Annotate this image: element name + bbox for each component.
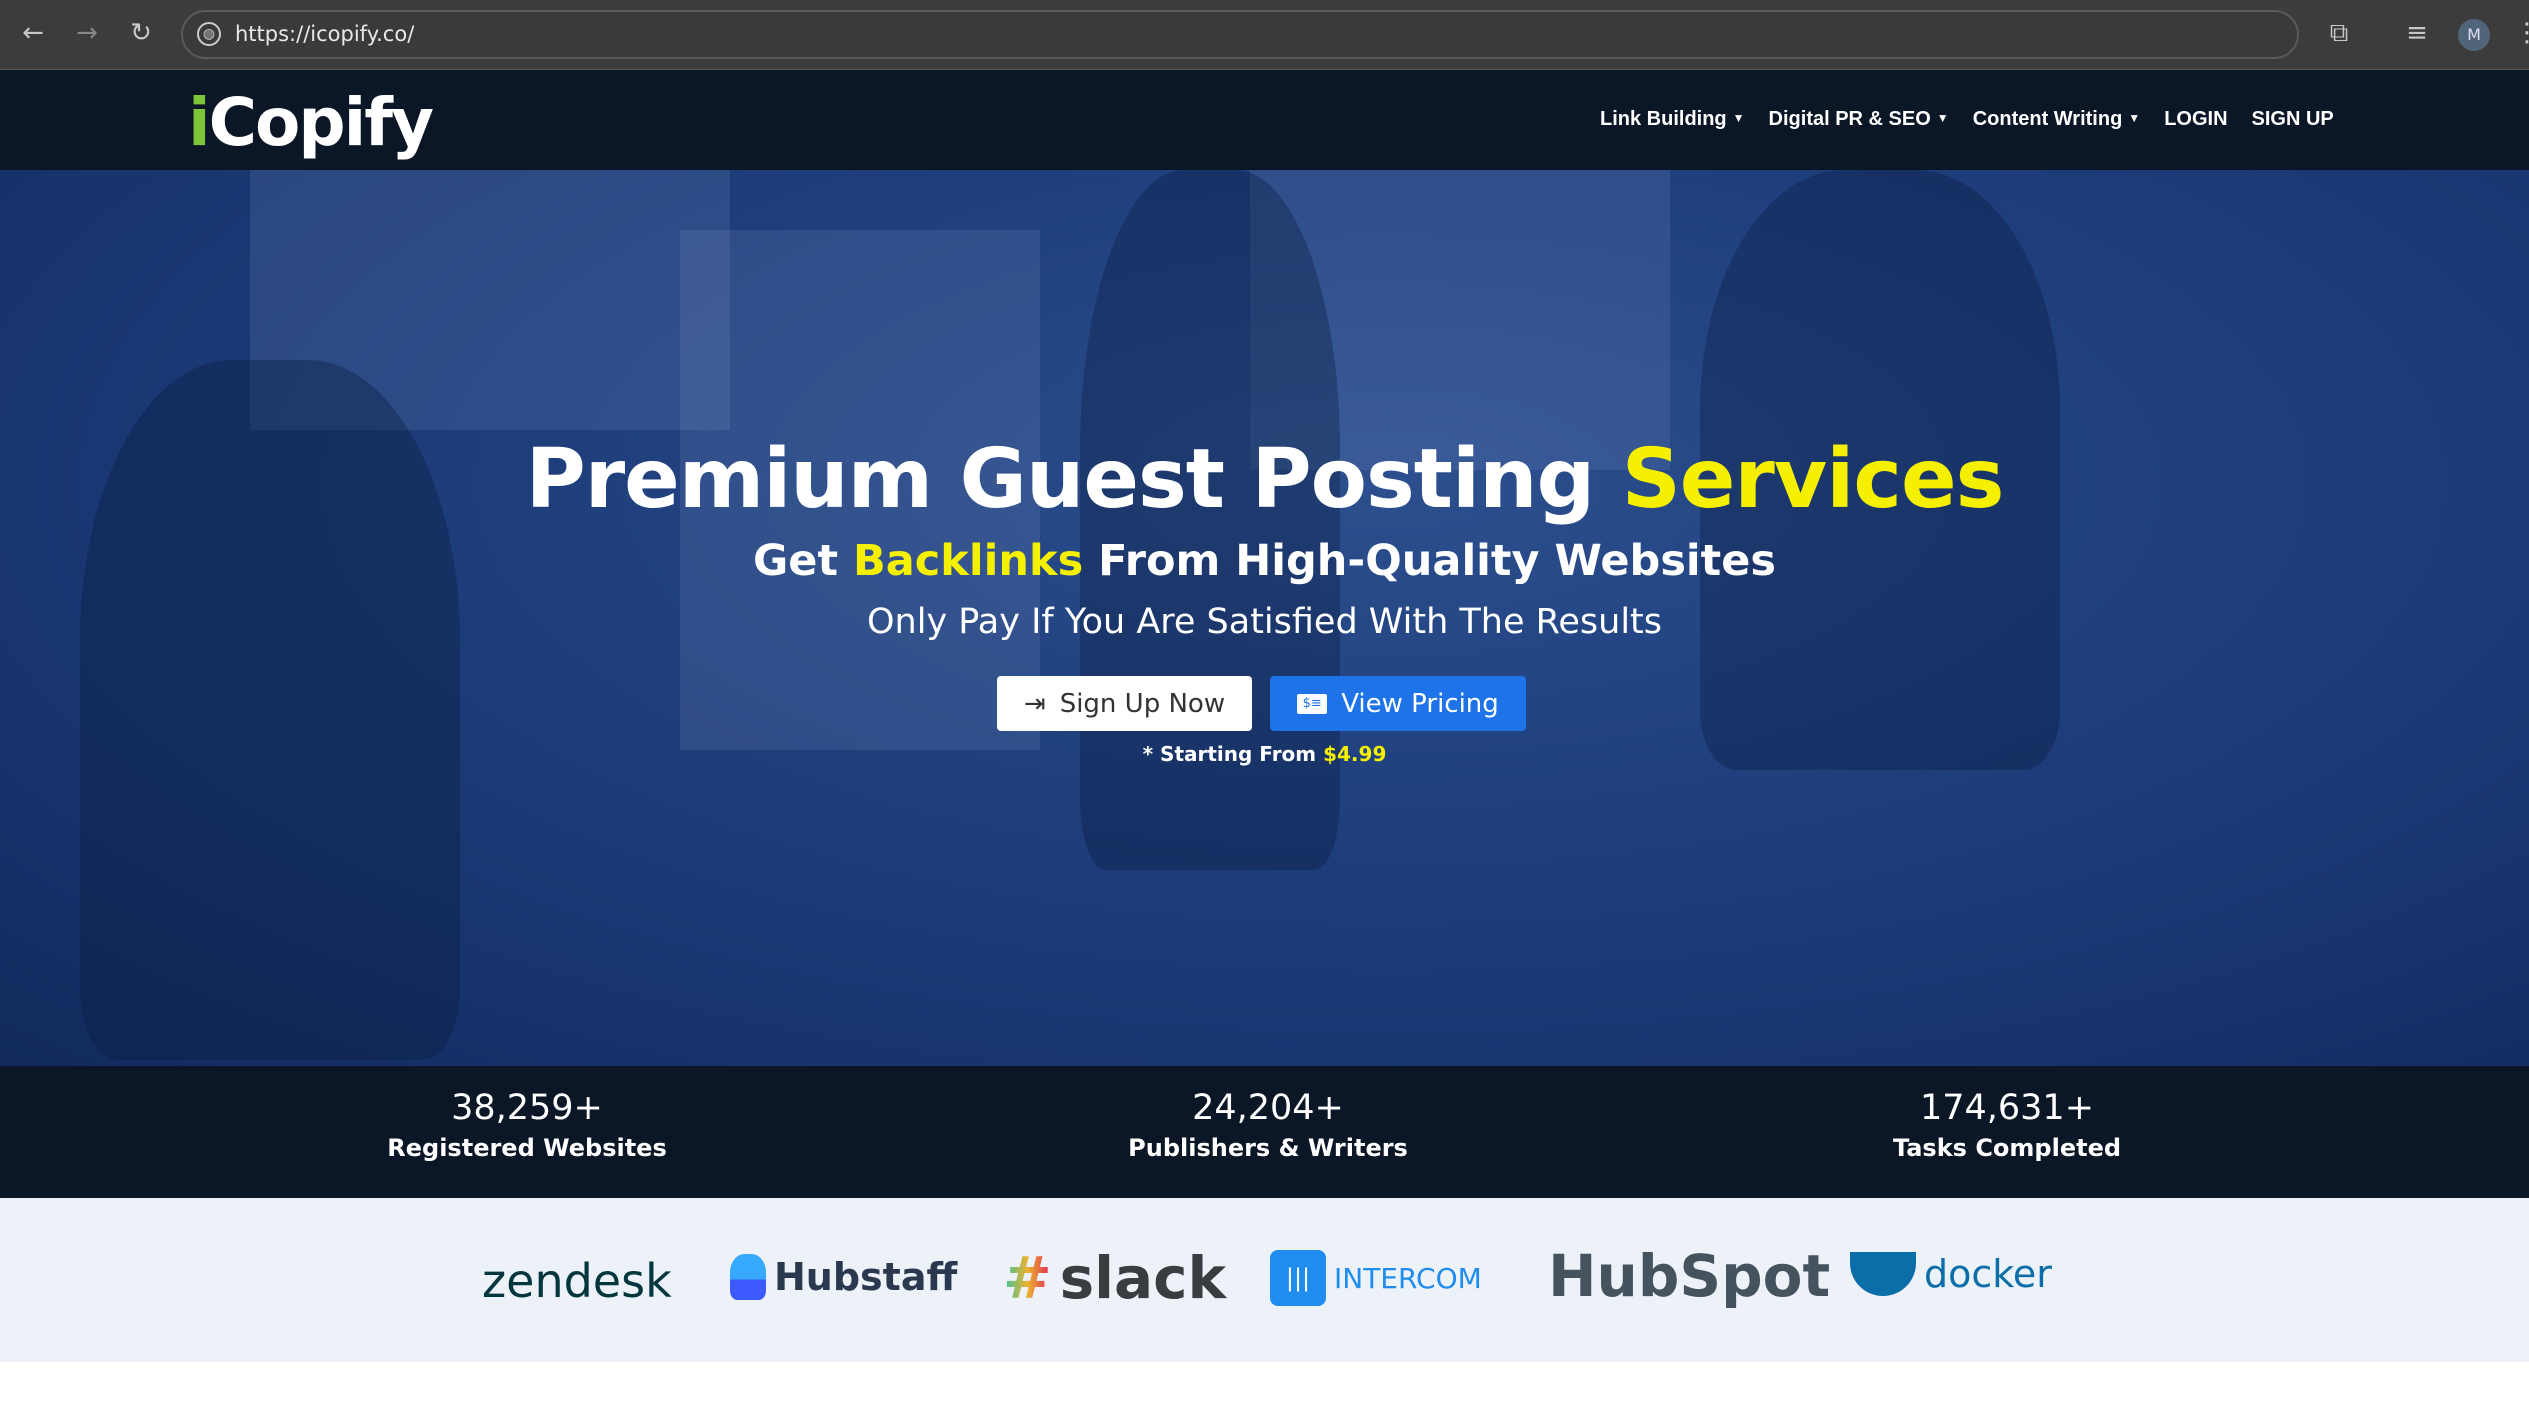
docker-whale-icon	[1850, 1252, 1916, 1296]
hubstaff-logo: Hubstaff	[730, 1254, 957, 1300]
nav-content-writing[interactable]: Content Writing ▼	[1973, 108, 2141, 131]
nav-label: Digital PR & SEO	[1768, 108, 1931, 130]
sub-highlight: Backlinks	[853, 536, 1084, 586]
stat-publishers: 24,204+ Publishers & Writers	[1018, 1088, 1518, 1162]
nav-login[interactable]: LOGIN	[2164, 108, 2227, 131]
url-text[interactable]: https://icopify.co/	[235, 22, 414, 46]
button-label: Sign Up Now	[1059, 688, 1226, 719]
sign-in-icon: ⇥	[1023, 688, 1046, 719]
view-pricing-button[interactable]: $≡ View Pricing	[1270, 676, 1526, 731]
hubspot-logo: HubSpot	[1548, 1242, 1831, 1310]
hero-tagline: Only Pay If You Are Satisfied With The R…	[866, 602, 1663, 642]
forward-icon[interactable]: →	[70, 18, 104, 48]
site-info-icon[interactable]: ◍	[197, 22, 221, 46]
nav-label: Content Writing	[1972, 108, 2123, 130]
button-label: View Pricing	[1341, 688, 1499, 719]
caret-down-icon: ▼	[1732, 111, 1745, 125]
sign-up-now-button[interactable]: ⇥ Sign Up Now	[997, 676, 1252, 731]
zendesk-logo: zendesk	[482, 1254, 672, 1308]
note-price: $4.99	[1323, 742, 1387, 766]
profile-avatar[interactable]: M	[2458, 19, 2490, 51]
sub-pre: Get	[753, 536, 853, 586]
extensions-icon[interactable]: ⧉	[2322, 18, 2356, 49]
intercom-text: INTERCOM	[1334, 1261, 1482, 1295]
icopify-logo[interactable]: iCopify	[188, 84, 434, 161]
stat-value: 174,631+	[1919, 1088, 2095, 1128]
hubstaff-icon	[730, 1254, 766, 1300]
logo-text: Copify	[208, 84, 434, 161]
note-text: * Starting From	[1142, 742, 1324, 766]
stat-value: 24,204+	[1192, 1088, 1344, 1128]
stat-label: Registered Websites	[387, 1134, 667, 1162]
starting-price-note: * Starting From $4.99	[0, 742, 2529, 766]
nav-signup[interactable]: SIGN UP	[2252, 108, 2334, 131]
sub-post: From High-Quality Websites	[1083, 536, 1776, 586]
stats-bar: 38,259+ Registered Websites 24,204+ Publis…	[0, 1066, 2529, 1198]
slack-hash-icon: #	[1003, 1244, 1052, 1312]
stat-value: 38,259+	[451, 1088, 603, 1128]
main-menu: Link Building ▼ Digital PR & SEO ▼ Content…	[1600, 108, 2334, 131]
caret-down-icon: ▼	[1936, 111, 1949, 125]
reload-icon[interactable]: ↻	[124, 18, 158, 48]
intercom-logo: ||| INTERCOM	[1270, 1250, 1482, 1306]
site-header: iCopify Link Building ▼ Digital PR & SEO ▼…	[0, 70, 2529, 170]
money-bill-icon: $≡	[1297, 693, 1328, 714]
stat-label: Tasks Completed	[1892, 1134, 2122, 1162]
address-bar[interactable]: ◍ https://icopify.co/	[181, 10, 2299, 59]
hero-subtitle: Get Backlinks From High-Quality Websites	[0, 536, 2529, 586]
nav-label: Link Building	[1600, 108, 1727, 130]
stat-tasks: 174,631+ Tasks Completed	[1757, 1088, 2257, 1162]
title-main: Premium Guest Posting	[525, 432, 1622, 527]
logo-i: i	[188, 84, 211, 161]
browser-toolbar: ← → ↻ ◍ https://icopify.co/ ⧉ ≡ M ⋮	[0, 0, 2529, 70]
media-icon[interactable]: ≡	[2400, 18, 2434, 48]
hubstaff-text: Hubstaff	[774, 1255, 958, 1299]
title-highlight: Services	[1621, 432, 2005, 527]
intercom-icon: |||	[1270, 1250, 1326, 1306]
caret-down-icon: ▼	[2128, 111, 2141, 125]
menu-icon[interactable]: ⋮	[2510, 18, 2529, 48]
hero-title: Premium Guest Posting Services	[0, 432, 2529, 527]
hero-section: Premium Guest Posting Services Get Backl…	[0, 170, 2529, 1066]
docker-logo: docker	[1850, 1252, 2052, 1296]
docker-text: docker	[1924, 1252, 2052, 1296]
back-icon[interactable]: ←	[16, 18, 50, 48]
nav-link-building[interactable]: Link Building ▼	[1600, 108, 1745, 131]
slack-text: slack	[1059, 1244, 1227, 1312]
stat-registered-websites: 38,259+ Registered Websites	[277, 1088, 777, 1162]
client-logos: zendesk Hubstaff # slack ||| INTERCOM HubS…	[0, 1198, 2529, 1362]
slack-logo: # slack	[1003, 1244, 1226, 1312]
nav-digital-pr[interactable]: Digital PR & SEO ▼	[1769, 108, 1949, 131]
stat-label: Publishers & Writers	[1128, 1134, 1408, 1162]
